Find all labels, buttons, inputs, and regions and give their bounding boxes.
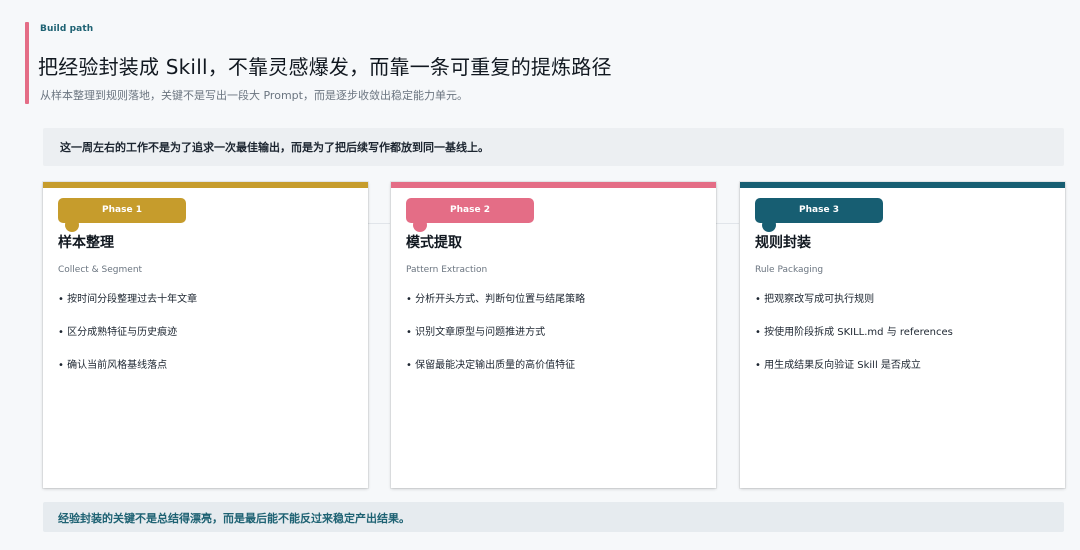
list-item: 分析开头方式、判断句位置与结尾策略 <box>406 293 585 326</box>
list-item: 确认当前风格基线落点 <box>58 359 197 392</box>
phase-item-list: 分析开头方式、判断句位置与结尾策略 识别文章原型与问题推进方式 保留最能决定输出… <box>406 293 585 392</box>
phase-item-list: 把观察改写成可执行规则 按使用阶段拆成 SKILL.md 与 reference… <box>755 293 953 392</box>
phase-subtitle: Collect & Segment <box>58 265 143 275</box>
phase-subtitle: Rule Packaging <box>755 265 824 275</box>
page-subtitle: 从样本整理到规则落地，关键不是写出一段大 Prompt，而是逐步收敛出稳定能力单… <box>40 89 468 102</box>
phase-connector-2-3 <box>716 223 739 224</box>
phase-subtitle: Pattern Extraction <box>406 265 488 275</box>
phase-card-top-bar <box>43 182 368 188</box>
list-item: 保留最能决定输出质量的高价值特征 <box>406 359 585 392</box>
phase-title: 规则封装 <box>755 235 811 251</box>
phase-badge: Phase 3 <box>755 198 883 223</box>
lead-text: 这一周左右的工作不是为了追求一次最佳输出，而是为了把后续写作都放到同一基线上。 <box>60 141 489 154</box>
footer-text: 经验封装的关键不是总结得漂亮，而是最后能不能反过来稳定产出结果。 <box>58 512 410 525</box>
phase-card-2: Phase 2 模式提取 Pattern Extraction 分析开头方式、判… <box>391 182 716 488</box>
lead-callout: 这一周左右的工作不是为了追求一次最佳输出，而是为了把后续写作都放到同一基线上。 <box>43 128 1064 166</box>
phase-badge: Phase 1 <box>58 198 186 223</box>
phase-card-1: Phase 1 样本整理 Collect & Segment 按时间分段整理过去… <box>43 182 368 488</box>
list-item: 区分成熟特征与历史痕迹 <box>58 326 197 359</box>
phase-connector-1-2 <box>368 223 390 224</box>
header-accent-bar <box>25 22 29 104</box>
build-path-slide: Build path 把经验封装成 Skill，不靠灵感爆发，而靠一条可重复的提… <box>0 0 1080 550</box>
eyebrow-label: Build path <box>40 24 94 34</box>
phase-card-top-bar <box>391 182 716 188</box>
page-title: 把经验封装成 Skill，不靠灵感爆发，而靠一条可重复的提炼路径 <box>38 55 612 79</box>
list-item: 用生成结果反向验证 Skill 是否成立 <box>755 359 953 392</box>
phase-card-top-bar <box>740 182 1065 188</box>
phase-item-list: 按时间分段整理过去十年文章 区分成熟特征与历史痕迹 确认当前风格基线落点 <box>58 293 197 392</box>
phase-badge: Phase 2 <box>406 198 534 223</box>
list-item: 识别文章原型与问题推进方式 <box>406 326 585 359</box>
list-item: 按使用阶段拆成 SKILL.md 与 references <box>755 326 953 359</box>
list-item: 把观察改写成可执行规则 <box>755 293 953 326</box>
phase-card-3: Phase 3 规则封装 Rule Packaging 把观察改写成可执行规则 … <box>740 182 1065 488</box>
phase-title: 模式提取 <box>406 235 462 251</box>
list-item: 按时间分段整理过去十年文章 <box>58 293 197 326</box>
phase-title: 样本整理 <box>58 235 114 251</box>
footer-callout: 经验封装的关键不是总结得漂亮，而是最后能不能反过来稳定产出结果。 <box>43 502 1064 532</box>
